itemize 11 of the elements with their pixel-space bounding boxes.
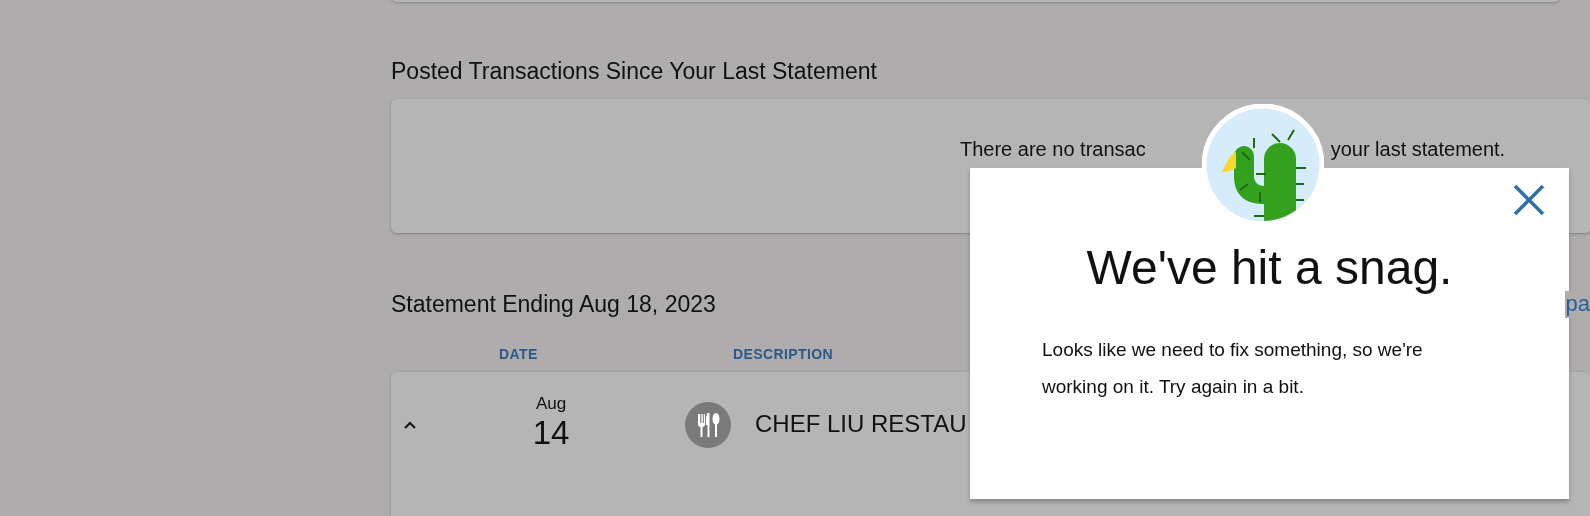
date-month: Aug	[535, 394, 567, 414]
section-title: Statement Ending Aug 18, 2023	[391, 291, 716, 318]
column-header: DESCRIPTION	[733, 346, 834, 364]
empty-message: There are no transac	[960, 137, 1146, 161]
dialog-title: We've hit a snag.	[1085, 240, 1454, 295]
date-day: 14	[532, 414, 570, 452]
empty-message: your last statement.	[1330, 137, 1506, 161]
dialog-message: Looks like we need to fix something, so we're working on it. Try again in a bit.	[1042, 338, 1424, 399]
transaction-description: CHEF LIU RESTAU	[755, 410, 967, 438]
section-title: Posted Transactions Since Your Last Statement	[391, 58, 878, 85]
column-header: DATE	[499, 346, 539, 364]
